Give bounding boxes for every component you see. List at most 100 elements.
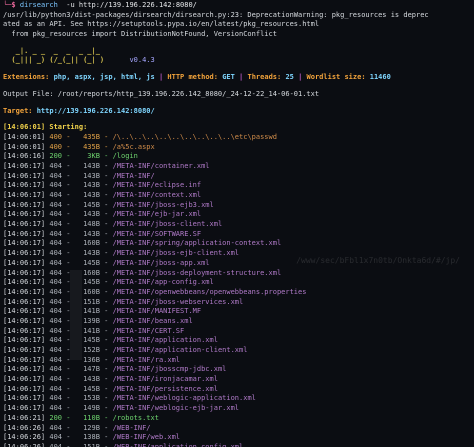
result-row: [14:06:17] 404 - 143B - /META-INF/SOFTWA… xyxy=(3,230,471,240)
result-status: 404 - xyxy=(49,365,75,374)
warning-line-3: from pkg_resources import DistributionNo… xyxy=(3,30,277,39)
banner-line-2: (_||| _) (/_(_|| (_| ) v0.4.3 xyxy=(3,56,471,66)
result-time: [14:06:17] xyxy=(3,336,50,345)
result-status: 404 - xyxy=(49,404,75,413)
result-row: [14:06:17] 404 - 143B - /META-INF/ironja… xyxy=(3,375,471,385)
result-time: [14:06:17] xyxy=(3,210,50,219)
result-time: [14:06:17] xyxy=(3,229,50,238)
result-time: [14:06:17] xyxy=(3,394,50,403)
result-size: 143B - xyxy=(74,171,113,180)
result-size: 151B - xyxy=(74,442,113,447)
result-row: [14:06:01] 400 - 435B - /\..\..\..\..\..… xyxy=(3,133,471,143)
result-row: [14:06:17] 404 - 153B - /META-INF/weblog… xyxy=(3,394,471,404)
result-time: [14:06:17] xyxy=(3,268,50,277)
result-time: [14:06:17] xyxy=(3,220,50,229)
result-path: /META-INF/MANIFEST.MF xyxy=(112,307,202,316)
result-size: 160B - xyxy=(74,239,113,248)
result-path: /robots.txt xyxy=(112,413,159,422)
result-time: [14:06:17] xyxy=(3,171,50,180)
result-path: /META-INF/app-config.xml xyxy=(112,278,214,287)
result-status: 404 - xyxy=(49,433,75,442)
method-value: GET xyxy=(222,73,235,82)
result-row: [14:06:17] 404 - 147B - /META-INF/jbossc… xyxy=(3,365,471,375)
result-path: /META-INF/spring/application-context.xml xyxy=(112,239,282,248)
result-size: 149B - xyxy=(74,404,113,413)
result-time: [14:06:17] xyxy=(3,355,50,364)
result-path: /META-INF/container.xml xyxy=(112,161,210,170)
threads-key: Threads: xyxy=(247,73,286,82)
result-status: 404 - xyxy=(49,384,75,393)
result-time: [14:06:01] xyxy=(3,132,50,141)
result-size: 110B - xyxy=(74,413,113,422)
result-path: /META-INF/jboss-client.xml xyxy=(112,220,223,229)
result-status: 404 - xyxy=(49,423,75,432)
result-path: /META-INF/jboss-ejb3.xml xyxy=(112,200,214,209)
result-path: /META-INF/beans.xml xyxy=(112,316,193,325)
result-path: /META-INF/application.xml xyxy=(112,336,218,345)
result-path: /META-INF/eclipse.inf xyxy=(112,181,202,190)
result-time: [14:06:17] xyxy=(3,258,50,267)
terminal-window[interactable]: ╰─$ dirsearch -u http://139.196.226.142:… xyxy=(0,0,474,447)
result-status: 404 - xyxy=(49,220,75,229)
result-size: 129B - xyxy=(74,423,113,432)
result-status: 200 - xyxy=(49,413,75,422)
result-time: [14:06:17] xyxy=(3,161,50,170)
result-path: /META-INF/jboss-webservices.xml xyxy=(112,297,244,306)
result-path: /META-INF/ejb-jar.xml xyxy=(112,210,202,219)
result-row: [14:06:26] 404 - 129B - /WEB-INF/ xyxy=(3,424,471,434)
prompt-arrow: ╰─$ xyxy=(3,1,16,9)
result-size: 435B - xyxy=(74,142,113,151)
result-path: /META-INF/weblogic-ejb-jar.xml xyxy=(112,404,240,413)
result-path: /META-INF/context.xml xyxy=(112,191,202,199)
warning-line-2: ated as an API. See https://setuptools.p… xyxy=(3,20,320,29)
result-path: /META-INF/jboss-app.xml xyxy=(112,258,210,267)
result-size: 143B - xyxy=(74,375,113,384)
result-time: [14:06:16] xyxy=(3,152,50,161)
target-key: Target: xyxy=(3,106,37,115)
result-row: [14:06:01] 400 - 435B - /a%5c.aspx xyxy=(3,143,471,153)
result-size: 145B - xyxy=(74,258,113,267)
result-path: /META-INF/persistence.xml xyxy=(112,384,218,393)
result-time: [14:06:17] xyxy=(3,326,50,335)
wordlist-key: Wordlist size: xyxy=(306,73,370,82)
result-status: 404 - xyxy=(49,200,75,209)
result-status: 404 - xyxy=(49,229,75,238)
method-key: HTTP method: xyxy=(167,73,223,82)
result-path: /META-INF/ra.xml xyxy=(112,355,181,364)
result-row: [14:06:17] 404 - 143B - /META-INF/eclips… xyxy=(3,181,471,191)
result-path: /META-INF/jboss-deployment-structure.xml xyxy=(112,268,282,277)
result-time: [14:06:17] xyxy=(3,239,50,248)
result-row: [14:06:26] 404 - 138B - /WEB-INF/web.xml xyxy=(3,433,471,443)
result-time: [14:06:21] xyxy=(3,413,50,422)
version-label: v0.4.3 xyxy=(129,56,155,65)
result-size: 145B - xyxy=(74,200,113,209)
result-status: 404 - xyxy=(49,210,75,219)
result-status: 404 - xyxy=(49,249,75,258)
result-time: [14:06:17] xyxy=(3,278,50,287)
result-time: [14:06:17] xyxy=(3,297,50,306)
result-path: /META-INF/jbosscmp-jdbc.xml xyxy=(112,365,227,374)
result-path: /WEB-INF/web.xml xyxy=(112,433,181,442)
result-row: [14:06:16] 200 - 3KB - /login xyxy=(3,152,471,162)
result-status: 404 - xyxy=(49,442,75,447)
result-time: [14:06:17] xyxy=(3,200,50,209)
result-status: 404 - xyxy=(49,375,75,384)
result-size: 143B - xyxy=(74,181,113,190)
result-path: /\..\..\..\..\..\..\..\..\..\etc\passwd xyxy=(112,132,277,141)
background-watermark: /www/sec/bFbl1x7n0tb/Onkta6d/#/jp/ xyxy=(296,256,460,265)
result-size: 147B - xyxy=(74,365,113,374)
starting-label: [14:06:01] Starting: xyxy=(3,123,92,132)
result-time: [14:06:17] xyxy=(3,191,50,199)
result-path: /a%5c.aspx xyxy=(112,142,155,151)
result-time: [14:06:17] xyxy=(3,181,50,190)
result-path: /META-INF/ xyxy=(112,171,155,180)
result-status: 400 - xyxy=(49,142,75,151)
result-row: [14:06:17] 404 - 149B - /META-INF/weblog… xyxy=(3,404,471,414)
result-time: [14:06:17] xyxy=(3,384,50,393)
result-time: [14:06:01] xyxy=(3,142,50,151)
result-status: 404 - xyxy=(49,161,75,170)
config-separator: | xyxy=(234,73,248,82)
result-size: 435B - xyxy=(74,132,113,141)
result-size: 153B - xyxy=(74,394,113,403)
target-line: Target: http://139.196.226.142:8080/ xyxy=(3,107,471,117)
